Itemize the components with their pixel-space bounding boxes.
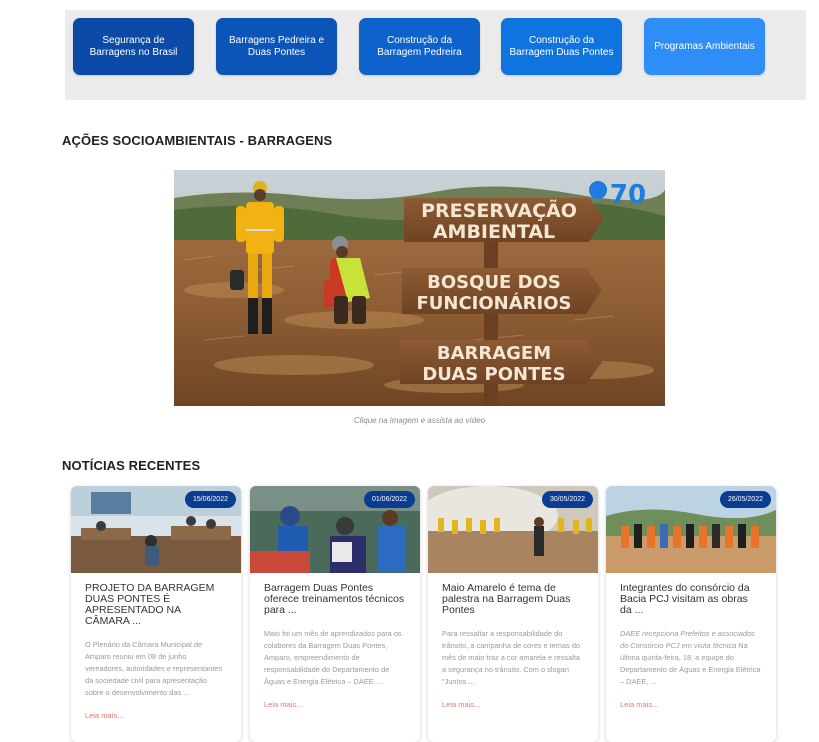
news-date-badge: 15/06/2022: [184, 491, 236, 508]
sign-text-funcionarios: FUNCIONÁRIOS: [416, 292, 571, 314]
news-card-thumbnail: 01/06/2022: [250, 486, 420, 573]
news-card-4[interactable]: 26/05/2022 Integrantes do consórcio da B…: [606, 486, 776, 742]
news-card-thumbnail: 26/05/2022: [606, 486, 776, 573]
sign-text-preservacao: PRESERVAÇÃO: [421, 198, 577, 222]
nav-button-seguranca[interactable]: Segurança de Barragens no Brasil: [73, 18, 194, 75]
news-card-thumbnail: 15/06/2022: [71, 486, 241, 573]
hero-image: PRESERVAÇÃO AMBIENTAL BOSQUE DOS FUNCION…: [174, 170, 665, 406]
read-more-link[interactable]: Leia mais...: [85, 711, 227, 720]
news-card-title[interactable]: Barragem Duas Pontes oferece treinamento…: [264, 583, 406, 616]
news-card-title[interactable]: Integrantes do consórcio da Bacia PCJ vi…: [620, 583, 762, 616]
top-nav-bar: Segurança de Barragens no Brasil Barrage…: [65, 10, 806, 100]
news-date-badge: 01/06/2022: [363, 491, 415, 508]
sign-text-duas-pontes: DUAS PONTES: [422, 364, 565, 385]
logo-70-text: 70: [610, 180, 646, 210]
video-caption: Clique na imagem e assista ao vídeo: [353, 416, 486, 425]
video-thumbnail[interactable]: PRESERVAÇÃO AMBIENTAL BOSQUE DOS FUNCION…: [174, 170, 665, 406]
news-card-3[interactable]: 30/05/2022 Maio Amarelo é tema de palest…: [428, 486, 598, 742]
nav-button-construcao-duas-pontes[interactable]: Construção da Barragem Duas Pontes: [501, 18, 622, 75]
read-more-link[interactable]: Leia mais...: [620, 700, 762, 709]
sign-text-bosque: BOSQUE DOS: [427, 272, 561, 293]
read-more-link[interactable]: Leia mais...: [264, 700, 406, 709]
news-card-excerpt: Para ressaltar a responsabilidade do trâ…: [442, 629, 581, 686]
news-card-thumbnail: 30/05/2022: [428, 486, 598, 573]
signpost: PRESERVAÇÃO AMBIENTAL BOSQUE DOS FUNCION…: [400, 198, 604, 406]
news-card-1[interactable]: 15/06/2022 PROJETO DA BARRAGEM DUAS PONT…: [71, 486, 241, 742]
news-card-excerpt: O Plenário da Câmara Municipal de Amparo…: [85, 640, 223, 697]
nav-button-barragens[interactable]: Barragens Pedreira e Duas Pontes: [216, 18, 337, 75]
news-card-excerpt: DAEE recepciona Prefeitos e associados d…: [620, 628, 762, 688]
news-card-2[interactable]: 01/06/2022 Barragem Duas Pontes oferece …: [250, 486, 420, 742]
news-date-badge: 26/05/2022: [719, 491, 771, 508]
news-card-excerpt-italic: DAEE recepciona Prefeitos e associados d…: [620, 629, 755, 650]
sign-text-barragem: BARRAGEM: [437, 343, 551, 364]
news-card-title[interactable]: PROJETO DA BARRAGEM DUAS PONTES É APRESE…: [85, 583, 227, 627]
section-title-acoes: AÇÕES SOCIOAMBIENTAIS - BARRAGENS: [62, 133, 333, 148]
section-title-noticias: NOTÍCIAS RECENTES: [62, 458, 201, 473]
news-card-excerpt: Maio foi um mês de aprendizados para os …: [264, 629, 402, 686]
news-card-title[interactable]: Maio Amarelo é tema de palestra na Barra…: [442, 583, 584, 616]
nav-button-programas-ambientais[interactable]: Programas Ambientais: [644, 18, 765, 75]
sign-text-ambiental: AMBIENTAL: [433, 221, 555, 243]
nav-button-construcao-pedreira[interactable]: Construção da Barragem Pedreira: [359, 18, 480, 75]
news-date-badge: 30/05/2022: [541, 491, 593, 508]
read-more-link[interactable]: Leia mais...: [442, 700, 584, 709]
